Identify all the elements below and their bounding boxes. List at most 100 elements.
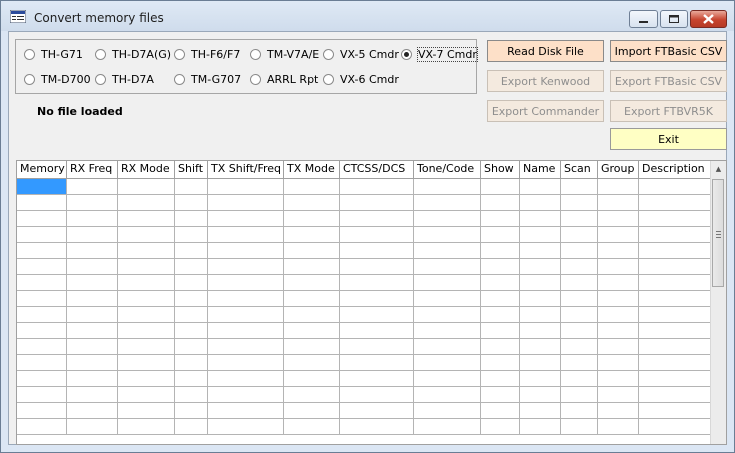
grid-cell[interactable] bbox=[284, 419, 340, 435]
grid-cell[interactable] bbox=[414, 275, 481, 291]
column-header[interactable]: RX Freq bbox=[67, 161, 118, 178]
grid-cell[interactable] bbox=[118, 339, 175, 355]
grid-cell[interactable] bbox=[481, 323, 520, 339]
grid-cell[interactable] bbox=[340, 227, 414, 243]
grid-cell[interactable] bbox=[67, 259, 118, 275]
grid-cell[interactable] bbox=[481, 211, 520, 227]
column-header[interactable]: Tone/Code bbox=[414, 161, 481, 178]
column-header[interactable]: Name bbox=[520, 161, 561, 178]
grid-cell[interactable] bbox=[175, 339, 208, 355]
grid-cell[interactable] bbox=[67, 355, 118, 371]
grid-cell[interactable] bbox=[639, 291, 713, 307]
export-ftbasic-csv-button[interactable]: Export FTBasic CSV bbox=[610, 70, 727, 92]
grid-cell[interactable] bbox=[118, 307, 175, 323]
grid-cell[interactable] bbox=[481, 403, 520, 419]
grid-cell[interactable] bbox=[118, 387, 175, 403]
table-row[interactable] bbox=[17, 227, 713, 243]
grid-cell[interactable] bbox=[598, 307, 639, 323]
grid-cell[interactable] bbox=[17, 323, 67, 339]
grid-cell[interactable] bbox=[520, 259, 561, 275]
grid-cell[interactable] bbox=[481, 291, 520, 307]
grid-cell[interactable] bbox=[639, 403, 713, 419]
grid-cell[interactable] bbox=[414, 211, 481, 227]
table-row[interactable] bbox=[17, 275, 713, 291]
grid-cell[interactable] bbox=[17, 419, 67, 435]
maximize-button[interactable] bbox=[660, 10, 688, 28]
radio-tm-v7a-e[interactable]: TM-V7A/E bbox=[250, 47, 319, 61]
grid-cell[interactable] bbox=[598, 355, 639, 371]
grid-cell[interactable] bbox=[414, 323, 481, 339]
grid-cell[interactable] bbox=[414, 355, 481, 371]
grid-cell[interactable] bbox=[284, 403, 340, 419]
export-ftbvr5k-button[interactable]: Export FTBVR5K bbox=[610, 100, 727, 122]
title-bar[interactable]: Convert memory files bbox=[1, 1, 734, 31]
radio-arrl-rpt[interactable]: ARRL Rpt bbox=[250, 72, 318, 86]
grid-cell[interactable] bbox=[17, 291, 67, 307]
grid-cell[interactable] bbox=[118, 323, 175, 339]
grid-cell[interactable] bbox=[208, 387, 284, 403]
grid-cell[interactable] bbox=[598, 291, 639, 307]
grid-cell[interactable] bbox=[520, 323, 561, 339]
grid-cell[interactable] bbox=[414, 291, 481, 307]
grid-cell[interactable] bbox=[284, 307, 340, 323]
grid-cell[interactable] bbox=[414, 387, 481, 403]
grid-cell[interactable] bbox=[175, 195, 208, 211]
grid-cell[interactable] bbox=[414, 371, 481, 387]
grid-cell[interactable] bbox=[208, 419, 284, 435]
grid-cell[interactable] bbox=[175, 179, 208, 195]
grid-cell[interactable] bbox=[481, 243, 520, 259]
grid-cell[interactable] bbox=[598, 243, 639, 259]
table-row[interactable] bbox=[17, 387, 713, 403]
grid-cell[interactable] bbox=[639, 211, 713, 227]
grid-cell[interactable] bbox=[598, 195, 639, 211]
column-header[interactable]: Shift bbox=[175, 161, 208, 178]
grid-cell[interactable] bbox=[67, 323, 118, 339]
grid-cell[interactable] bbox=[17, 355, 67, 371]
grid-cell[interactable] bbox=[208, 307, 284, 323]
export-kenwood-button[interactable]: Export Kenwood bbox=[487, 70, 604, 92]
radio-th-g71[interactable]: TH-G71 bbox=[24, 47, 83, 61]
grid-cell[interactable] bbox=[414, 179, 481, 195]
table-row[interactable] bbox=[17, 339, 713, 355]
grid-cell[interactable] bbox=[118, 227, 175, 243]
grid-cell[interactable] bbox=[284, 291, 340, 307]
grid-cell[interactable] bbox=[520, 275, 561, 291]
grid-cell[interactable] bbox=[520, 243, 561, 259]
grid-cell[interactable] bbox=[598, 179, 639, 195]
grid-cell[interactable] bbox=[561, 307, 598, 323]
grid-cell[interactable] bbox=[520, 371, 561, 387]
grid-cell[interactable] bbox=[118, 419, 175, 435]
grid-cell[interactable] bbox=[67, 307, 118, 323]
grid-cell[interactable] bbox=[208, 371, 284, 387]
grid-cell[interactable] bbox=[175, 291, 208, 307]
grid-cell[interactable] bbox=[639, 243, 713, 259]
grid-cell[interactable] bbox=[118, 259, 175, 275]
grid-cell[interactable] bbox=[118, 371, 175, 387]
radio-vx-5-cmdr[interactable]: VX-5 Cmdr bbox=[323, 47, 399, 61]
grid-cell[interactable] bbox=[284, 259, 340, 275]
scroll-up-arrow-icon[interactable]: ▲ bbox=[711, 161, 726, 177]
grid-cell[interactable] bbox=[284, 243, 340, 259]
grid-cell[interactable] bbox=[118, 403, 175, 419]
radio-tm-d700[interactable]: TM-D700 bbox=[24, 72, 91, 86]
column-header[interactable]: TX Mode bbox=[284, 161, 340, 178]
grid-cell[interactable] bbox=[67, 387, 118, 403]
grid-cell[interactable] bbox=[284, 275, 340, 291]
grid-cell[interactable] bbox=[208, 195, 284, 211]
column-header[interactable]: Scan bbox=[561, 161, 598, 178]
grid-cell[interactable] bbox=[639, 259, 713, 275]
grid-cell[interactable] bbox=[561, 291, 598, 307]
grid-cell[interactable] bbox=[208, 211, 284, 227]
grid-cell[interactable] bbox=[639, 419, 713, 435]
grid-cell[interactable] bbox=[414, 227, 481, 243]
grid-cell[interactable] bbox=[561, 275, 598, 291]
grid-cell[interactable] bbox=[17, 307, 67, 323]
radio-tm-g707[interactable]: TM-G707 bbox=[174, 72, 241, 86]
grid-cell[interactable] bbox=[118, 211, 175, 227]
table-row[interactable] bbox=[17, 291, 713, 307]
radio-th-d7a-g[interactable]: TH-D7A(G) bbox=[95, 47, 171, 61]
grid-cell[interactable] bbox=[561, 419, 598, 435]
column-header[interactable]: Memory bbox=[17, 161, 67, 178]
grid-cell[interactable] bbox=[17, 195, 67, 211]
grid-cell[interactable] bbox=[639, 371, 713, 387]
